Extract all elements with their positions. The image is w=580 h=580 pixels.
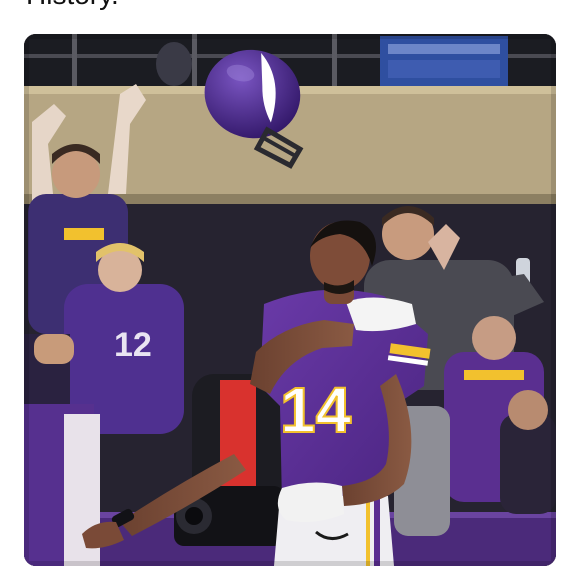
player-jersey-number: 14: [280, 374, 352, 446]
player-glove-upper: [346, 297, 416, 332]
player-glove-lower: [277, 482, 344, 522]
post-photo: 12 14: [24, 34, 556, 566]
photo-scene: 12 14: [24, 34, 556, 566]
fan-sleeve-number: 12: [114, 326, 152, 364]
post-caption: History.: [26, 0, 119, 12]
